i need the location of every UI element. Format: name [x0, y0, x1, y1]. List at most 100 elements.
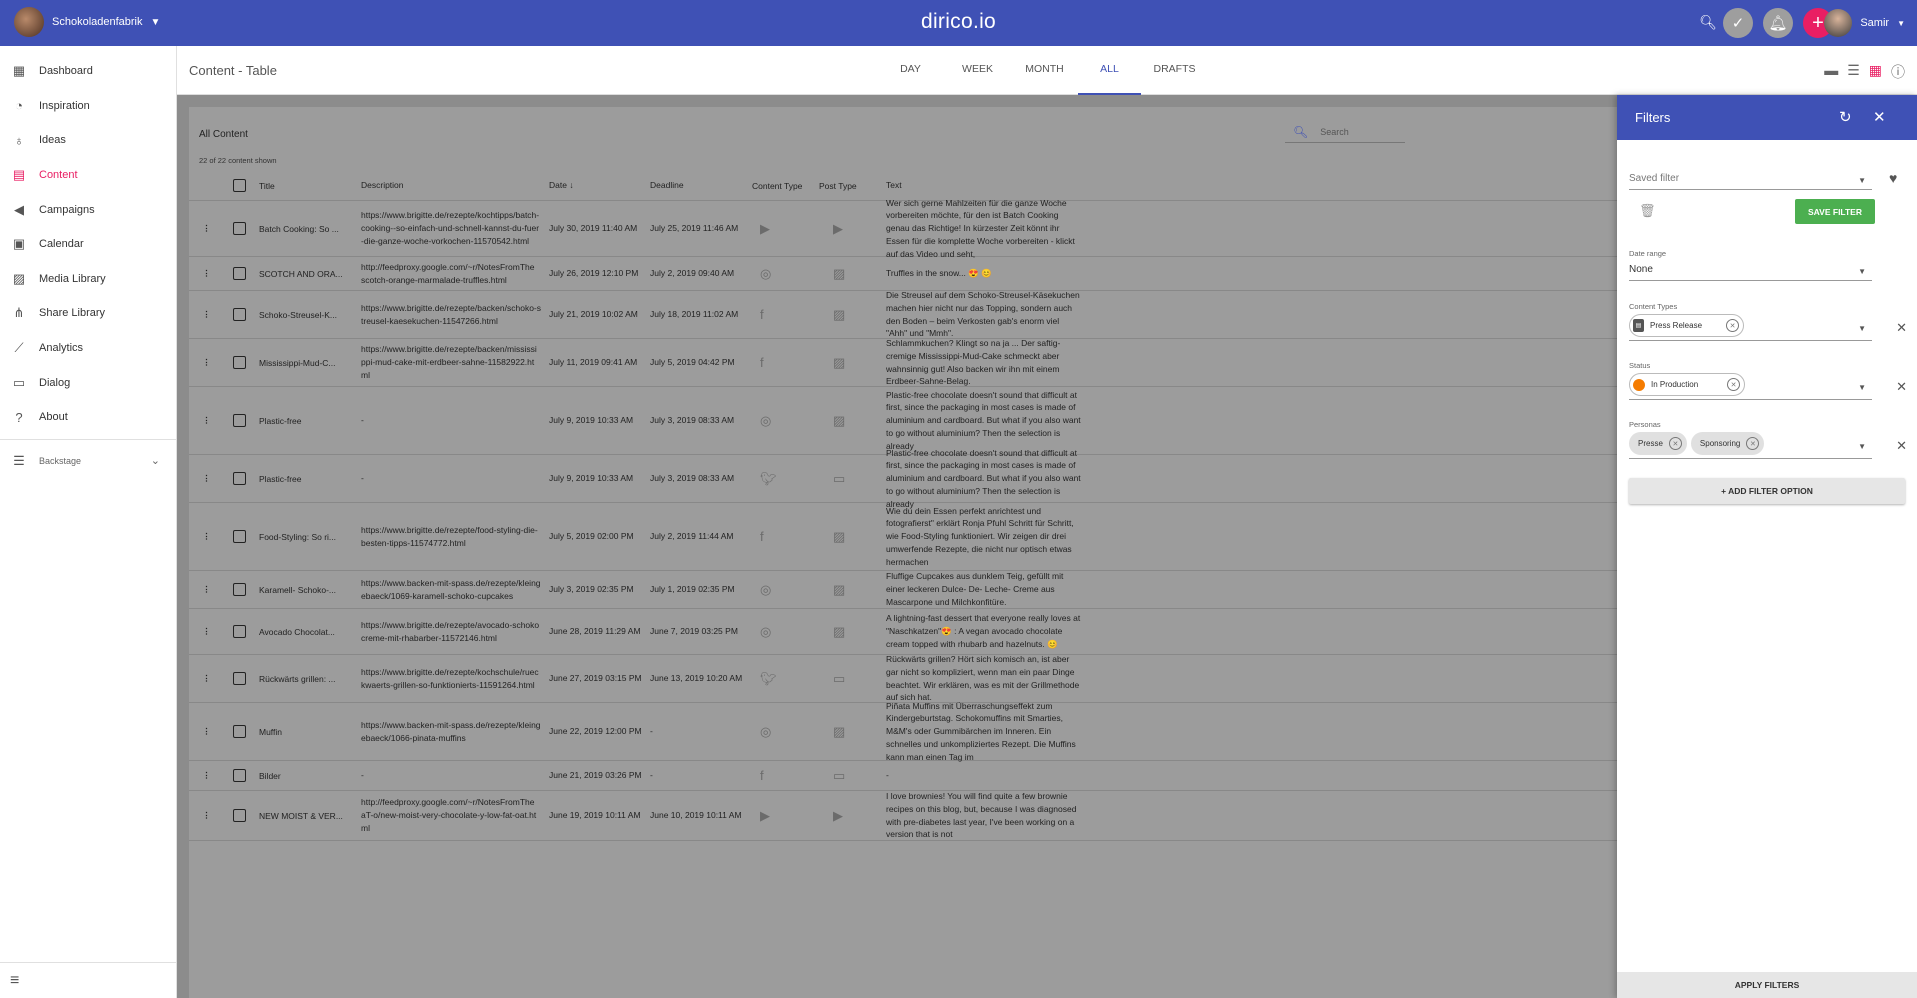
sidebar-item-inspiration[interactable]: ◔ Inspiration — [0, 89, 176, 124]
remove-chip-icon[interactable]: ✕ — [1746, 437, 1760, 450]
filter-chip[interactable]: Presse ✕ — [1629, 432, 1687, 455]
table-row[interactable]: ⋮ SCOTCH AND ORA... http://feedproxy.googl… — [189, 257, 1629, 291]
row-checkbox[interactable] — [232, 672, 246, 685]
column-header-deadline[interactable]: Deadline — [650, 179, 752, 192]
table-row[interactable]: ⋮ Mississippi-Mud-C... https://www.brigitt… — [189, 338, 1629, 387]
search-input[interactable]: Search — [1320, 127, 1349, 137]
filter-chip[interactable]: In Production ✕ — [1629, 373, 1745, 396]
sidebar-item-media-library[interactable]: ▨ Media Library — [0, 262, 176, 297]
table-row[interactable]: ⋮ Muffin https://www.backen-mit-spass.de/r… — [189, 701, 1629, 762]
column-header-date[interactable]: Date — [549, 180, 567, 190]
table-row[interactable]: ⋮ Karamell- Schoko-... https://www.backen-… — [189, 571, 1629, 609]
row-menu-icon[interactable]: ⋮ — [194, 309, 219, 320]
column-header-description[interactable]: Description — [361, 179, 549, 192]
row-menu-icon[interactable]: ⋮ — [194, 415, 219, 426]
sidebar-item-content[interactable]: ▤ Content — [0, 158, 176, 193]
content-types-select[interactable]: ▤ Press Release ✕ ▼ — [1629, 314, 1872, 341]
row-checkbox[interactable] — [232, 472, 246, 485]
row-checkbox[interactable] — [232, 725, 246, 738]
row-menu-icon[interactable]: ⋮ — [194, 770, 219, 781]
filter-chip[interactable]: Sponsoring ✕ — [1690, 432, 1765, 455]
clear-status-icon[interactable]: ✕ — [1896, 379, 1907, 395]
tab-week[interactable]: WEEK — [944, 46, 1011, 95]
sidebar-item-share-library[interactable]: ⋔ Share Library — [0, 296, 176, 331]
row-menu-icon[interactable]: ⋮ — [194, 357, 219, 368]
remove-chip-icon[interactable]: ✕ — [1726, 319, 1739, 332]
date-range-select[interactable]: None ▼ — [1629, 264, 1872, 281]
row-checkbox[interactable] — [232, 769, 246, 782]
column-header-post-type[interactable]: Post Type — [819, 181, 886, 191]
row-menu-icon[interactable]: ⋮ — [194, 531, 219, 542]
row-menu-icon[interactable]: ⋮ — [194, 223, 219, 234]
sidebar-item-calendar[interactable]: ▣ Calendar — [0, 227, 176, 262]
row-menu-icon[interactable]: ⋮ — [194, 584, 219, 595]
table-row[interactable]: ⋮ Rückwärts grillen: ... https://www.brigi… — [189, 654, 1629, 703]
save-filter-button[interactable]: SAVE FILTER — [1795, 199, 1875, 224]
row-checkbox[interactable] — [232, 530, 246, 543]
clear-personas-icon[interactable]: ✕ — [1896, 438, 1907, 454]
table-row[interactable]: ⋮ Avocado Chocolat... https://www.brigitte… — [189, 609, 1629, 655]
row-checkbox[interactable] — [232, 267, 246, 280]
cell-title: Schoko-Streusel-K... — [259, 309, 337, 320]
table-row[interactable]: ⋮ Plastic-free - July 9, 2019 10:33 AM July … — [189, 448, 1629, 509]
row-menu-icon[interactable]: ⋮ — [194, 726, 219, 737]
info-icon[interactable]: ⓘ — [1891, 62, 1905, 82]
row-checkbox[interactable] — [232, 356, 246, 369]
search-icon[interactable]: 🔍︎ — [1699, 14, 1717, 31]
sidebar-item-backstage[interactable]: ☰ Backstage ⌄ — [0, 444, 176, 479]
table-row[interactable]: ⋮ Schoko-Streusel-K... https://www.brigitt… — [189, 290, 1629, 339]
filter-chip[interactable]: ▤ Press Release ✕ — [1629, 314, 1744, 337]
tab-month[interactable]: MONTH — [1011, 46, 1078, 95]
reset-icon[interactable]: ↻ — [1839, 108, 1852, 126]
sidebar-item-about[interactable]: ? About — [0, 400, 176, 435]
sidebar-item-dialog[interactable]: ▭ Dialog — [0, 365, 176, 400]
row-checkbox[interactable] — [232, 414, 246, 427]
notifications-button[interactable]: 🔔︎ — [1763, 8, 1793, 38]
row-checkbox[interactable] — [232, 625, 246, 638]
table-row[interactable]: ⋮ Batch Cooking: So ... https://www.brigit… — [189, 198, 1629, 259]
menu-toggle-button[interactable]: ≡ — [0, 962, 177, 998]
favorite-icon[interactable]: ♥ — [1889, 170, 1897, 186]
row-menu-icon[interactable]: ⋮ — [194, 810, 219, 821]
saved-filter-select[interactable]: Saved filter ▼ — [1629, 173, 1872, 190]
remove-chip-icon[interactable]: ✕ — [1668, 437, 1682, 450]
sidebar-item-dashboard[interactable]: ▦ Dashboard — [0, 54, 176, 89]
row-menu-icon[interactable]: ⋮ — [194, 473, 219, 484]
tasks-button[interactable]: ✓ — [1723, 8, 1753, 38]
add-filter-option-button[interactable]: + ADD FILTER OPTION — [1629, 478, 1905, 504]
select-all-checkbox[interactable] — [232, 179, 246, 192]
sidebar-item-campaigns[interactable]: ◀ Campaigns — [0, 192, 176, 227]
sidebar-item-analytics[interactable]: ⟋ Analytics — [0, 331, 176, 366]
table-row[interactable]: ⋮ NEW MOIST & VER... http://feedproxy.goog… — [189, 791, 1629, 841]
personas-select[interactable]: Presse ✕ Sponsoring ✕ ▼ — [1629, 432, 1872, 459]
remove-chip-icon[interactable]: ✕ — [1727, 378, 1740, 391]
card-view-icon[interactable]: ▬ — [1824, 62, 1838, 82]
sidebar-item-ideas[interactable]: ♁ Ideas — [0, 123, 176, 158]
user-menu[interactable]: Samir ▼ — [1824, 9, 1905, 37]
delete-icon[interactable]: 🗑︎ — [1639, 203, 1656, 219]
tab-day[interactable]: DAY — [877, 46, 944, 95]
column-header-content-type[interactable]: Content Type — [752, 181, 819, 191]
clear-content-types-icon[interactable]: ✕ — [1896, 320, 1907, 336]
row-menu-icon[interactable]: ⋮ — [194, 268, 219, 279]
row-menu-icon[interactable]: ⋮ — [194, 673, 219, 684]
table-row[interactable]: ⋮ Bilder - June 21, 2019 03:26 PM - f ▭ - — [189, 761, 1629, 791]
close-icon[interactable]: ✕ — [1873, 108, 1886, 126]
row-checkbox[interactable] — [232, 809, 246, 822]
tab-drafts[interactable]: DRAFTS — [1141, 46, 1208, 95]
row-checkbox[interactable] — [232, 222, 246, 235]
table-view-icon[interactable]: ▦ — [1869, 62, 1882, 82]
status-select[interactable]: In Production ✕ ▼ — [1629, 373, 1872, 400]
table-row[interactable]: ⋮ Plastic-free - July 9, 2019 10:33 AM July … — [189, 387, 1629, 455]
column-header-title[interactable]: Title — [259, 181, 361, 191]
row-checkbox[interactable] — [232, 308, 246, 321]
column-header-text[interactable]: Text — [886, 179, 1081, 192]
tab-all[interactable]: ALL — [1078, 46, 1141, 95]
list-view-icon[interactable]: ☰ — [1847, 62, 1860, 82]
table-search[interactable]: 🔍︎ Search — [1285, 121, 1405, 143]
table-row[interactable]: ⋮ Food-Styling: So ri... https://www.brigi… — [189, 503, 1629, 571]
org-switcher[interactable]: Schokoladenfabrik ▼ — [14, 7, 160, 37]
row-menu-icon[interactable]: ⋮ — [194, 626, 219, 637]
apply-filters-button[interactable]: APPLY FILTERS — [1617, 972, 1917, 998]
row-checkbox[interactable] — [232, 583, 246, 596]
